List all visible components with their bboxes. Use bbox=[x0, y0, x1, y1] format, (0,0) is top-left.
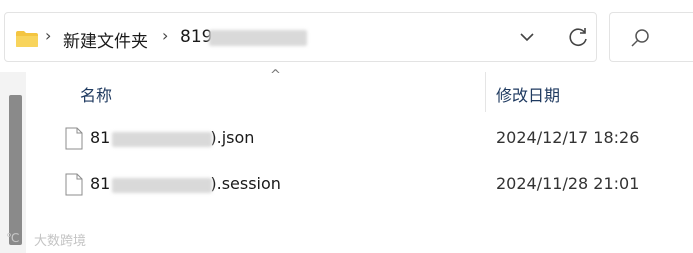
chevron-down-icon[interactable] bbox=[517, 27, 537, 47]
svg-text:℃: ℃ bbox=[6, 231, 19, 244]
watermark-text: 大数跨境 bbox=[34, 234, 87, 249]
redacted-text bbox=[112, 178, 212, 193]
file-name-suffix: ).session bbox=[210, 174, 281, 193]
file-name-prefix: 81 bbox=[90, 174, 111, 193]
search-box[interactable] bbox=[609, 12, 693, 62]
file-row[interactable]: 81 ).session 2024/11/28 21:01 bbox=[30, 168, 693, 202]
refresh-icon[interactable] bbox=[567, 25, 591, 49]
column-header-name[interactable]: 名称 bbox=[80, 82, 112, 106]
file-name-suffix: ).json bbox=[210, 128, 255, 147]
column-divider[interactable] bbox=[485, 72, 486, 112]
column-header-date-modified[interactable]: 修改日期 bbox=[496, 82, 560, 106]
sort-up-icon: ^ bbox=[270, 68, 281, 83]
redacted-text bbox=[209, 30, 307, 46]
watermark-logo: ℃ bbox=[6, 231, 19, 244]
address-bar[interactable]: › 新建文件夹 › 819 bbox=[4, 12, 597, 62]
breadcrumb-item-current[interactable]: 819 bbox=[180, 27, 212, 47]
file-icon bbox=[65, 127, 83, 150]
file-name-prefix: 81 bbox=[90, 128, 111, 147]
file-date-modified: 2024/11/28 21:01 bbox=[496, 174, 640, 193]
folder-icon bbox=[16, 31, 38, 47]
file-date-modified: 2024/12/17 18:26 bbox=[496, 128, 640, 147]
column-header: ^ 名称 修改日期 bbox=[30, 68, 693, 112]
search-icon bbox=[631, 29, 649, 47]
redacted-text bbox=[112, 132, 212, 147]
scrollbar-thumb[interactable] bbox=[9, 95, 22, 245]
breadcrumb-separator: › bbox=[162, 26, 169, 45]
file-row[interactable]: 81 ).json 2024/12/17 18:26 bbox=[30, 122, 693, 156]
title-bar: › 新建文件夹 › 819 bbox=[0, 0, 693, 72]
breadcrumb-item-new-folder[interactable]: 新建文件夹 bbox=[63, 27, 148, 52]
file-icon bbox=[65, 173, 83, 196]
breadcrumb-separator: › bbox=[45, 26, 52, 45]
